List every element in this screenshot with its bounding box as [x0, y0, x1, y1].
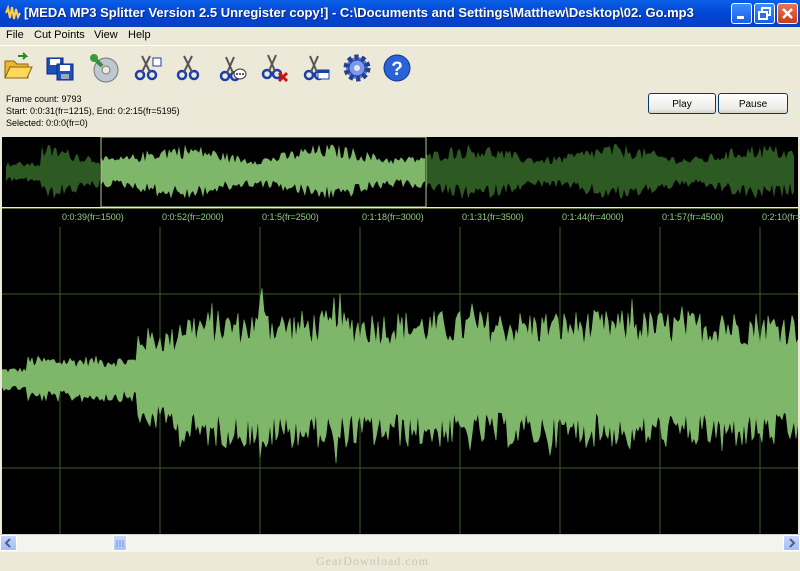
overview-waveform-graphic	[6, 136, 794, 208]
tick-label: 0:1:18(fr=3000)	[362, 212, 424, 222]
settings-button[interactable]	[341, 52, 373, 84]
cut-button[interactable]	[172, 52, 204, 84]
save-button[interactable]	[44, 52, 76, 84]
frame-count: Frame count: 9793	[6, 94, 82, 104]
split-scissors-icon	[134, 55, 162, 81]
menu-cut-points[interactable]: Cut Points	[34, 29, 85, 41]
tick-label: 0:2:10(fr=	[762, 212, 800, 222]
overview-wave-segment	[101, 144, 425, 199]
help-button[interactable]: ?	[381, 52, 413, 84]
split-button[interactable]	[131, 52, 163, 84]
restore-icon	[758, 7, 771, 20]
scissors-arrow-icon	[219, 56, 247, 82]
start-end-range: Start: 0:0:31(fr=1215), End: 0:2:15(fr=5…	[6, 106, 180, 116]
overview-wave-segment	[6, 145, 100, 199]
grip-icon	[116, 540, 124, 547]
help-icon: ?	[383, 54, 411, 82]
scissors-icon	[176, 55, 200, 81]
scissors-window-icon	[303, 55, 330, 81]
waveform-app-icon	[5, 5, 21, 20]
settings-gear-icon	[343, 54, 371, 82]
cut-arrow-button[interactable]	[216, 52, 248, 84]
minimize-button[interactable]	[731, 3, 752, 24]
tick-label: 0:1:31(fr=3500)	[462, 212, 524, 222]
overview-waveform[interactable]	[2, 136, 798, 208]
open-folder-icon	[4, 52, 33, 79]
scroll-right-button[interactable]	[783, 535, 800, 551]
menu-file[interactable]: File	[6, 29, 24, 41]
maximize-button[interactable]	[754, 3, 775, 24]
cd-button[interactable]	[88, 52, 120, 84]
title-bar: [MEDA MP3 Splitter Version 2.5 Unregiste…	[0, 0, 800, 27]
menu-bar: File Cut Points View Help	[0, 27, 800, 44]
tick-label: 0:1:57(fr=4500)	[662, 212, 724, 222]
main-waveform-graphic	[1, 227, 799, 535]
menu-view[interactable]: View	[94, 29, 118, 41]
close-icon	[782, 8, 793, 19]
window-title: [MEDA MP3 Splitter Version 2.5 Unregiste…	[24, 5, 694, 20]
delete-cut-button[interactable]	[258, 52, 290, 84]
open-button[interactable]	[2, 52, 34, 84]
cut-window-button[interactable]	[300, 52, 332, 84]
time-ruler: 0:0:39(fr=1500) 0:0:52(fr=2000) 0:1:5(fr…	[2, 208, 800, 227]
pause-button[interactable]: Pause	[718, 93, 788, 114]
scroll-left-button[interactable]	[0, 535, 17, 551]
overview-wave-segment	[426, 143, 794, 200]
tick-label: 0:1:44(fr=4000)	[562, 212, 624, 222]
save-icon	[46, 57, 74, 81]
cd-icon	[90, 54, 119, 83]
horizontal-scrollbar[interactable]	[0, 534, 800, 552]
toolbar: ?	[0, 45, 800, 91]
tick-label: 0:0:39(fr=1500)	[62, 212, 124, 222]
tick-label: 0:0:52(fr=2000)	[162, 212, 224, 222]
menu-help[interactable]: Help	[128, 29, 151, 41]
play-button[interactable]: Play	[648, 93, 716, 114]
watermark: GearDownload.com	[316, 554, 429, 568]
selected-range: Selected: 0:0:0(fr=0)	[6, 118, 88, 128]
minimize-icon	[737, 16, 744, 19]
tick-label: 0:1:5(fr=2500)	[262, 212, 319, 222]
svg-text:?: ?	[391, 59, 403, 80]
close-button[interactable]	[777, 3, 798, 24]
arrow-right-icon	[789, 538, 796, 548]
arrow-left-icon	[4, 538, 11, 548]
scissors-delete-icon	[261, 54, 289, 83]
scroll-thumb[interactable]	[113, 535, 127, 551]
main-waveform[interactable]	[1, 227, 799, 535]
